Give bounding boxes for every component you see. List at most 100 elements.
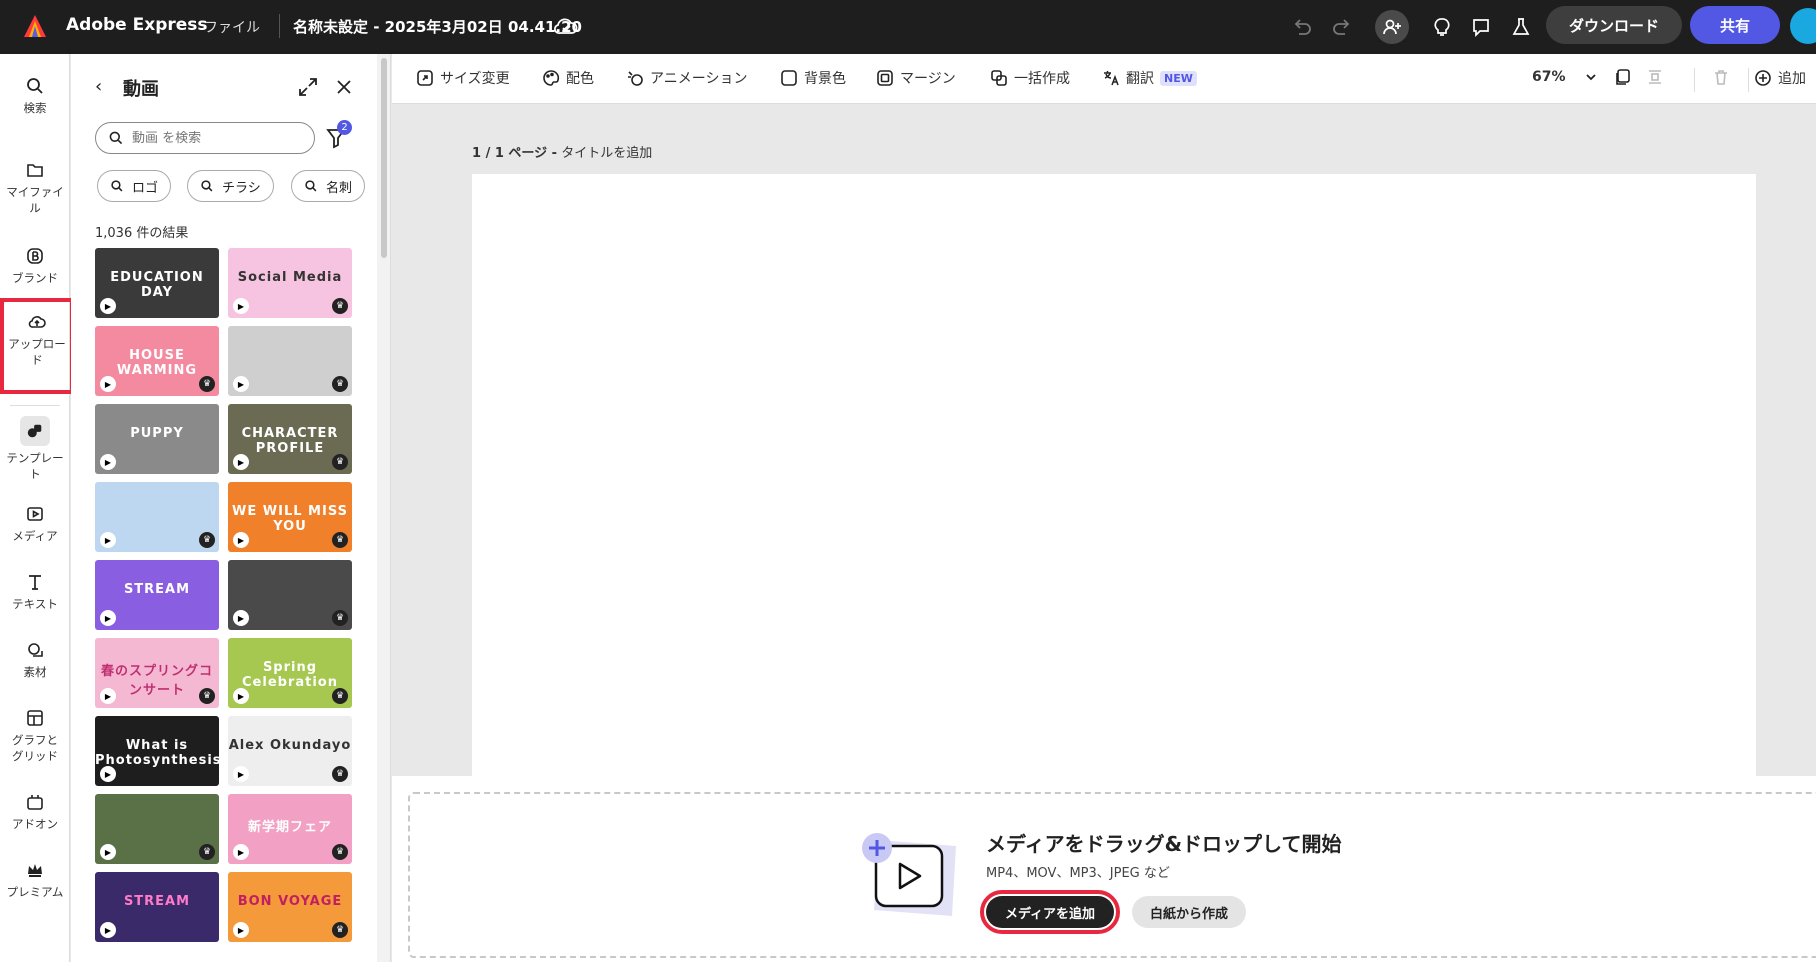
video-panel: ‹ 動画 2 ロゴ チラシ 名刺 1,036 件の結果 EDUCATION DA… (71, 54, 391, 962)
bulk-create-button[interactable]: 一括作成 (990, 68, 1070, 88)
premium-crown-icon: ♛ (199, 532, 215, 548)
new-badge: NEW (1160, 70, 1197, 86)
premium-crown-icon: ♛ (332, 610, 348, 626)
canvas-page[interactable] (472, 174, 1756, 776)
template-thumbnail[interactable]: STREAM ▶ (95, 560, 219, 630)
rail-label: アップロード (8, 337, 66, 367)
premium-crown-icon: ♛ (199, 844, 215, 860)
rail-item-search[interactable]: 検索 (0, 76, 70, 116)
rail-label: プレミアム (6, 885, 64, 899)
background-button[interactable]: 背景色 (780, 68, 846, 88)
back-icon[interactable]: ‹ (95, 76, 102, 97)
chip-business-card[interactable]: 名刺 (291, 170, 366, 202)
chip-flyer[interactable]: チラシ (187, 170, 274, 202)
template-thumbnail[interactable]: 新学期フェア ▶ ♛ (228, 794, 352, 864)
canvas-area: 1 / 1 ページ - タイトルを追加 (392, 104, 1816, 776)
rail-item-brand[interactable]: ブランド (0, 246, 70, 286)
template-thumbnail[interactable]: ▶ ♛ (95, 482, 219, 552)
text-icon (29, 575, 41, 590)
resize-button[interactable]: サイズ変更 (416, 68, 510, 88)
add-page-button[interactable]: 追加 (1754, 68, 1806, 88)
premium-crown-icon: ♛ (199, 688, 215, 704)
rail-item-text[interactable]: テキスト (0, 572, 70, 612)
thumbnail-caption: Spring Celebration (242, 660, 338, 690)
rail-item-media[interactable]: メディア (0, 504, 70, 544)
template-thumbnail[interactable]: HOUSE WARMING ▶ ♛ (95, 326, 219, 396)
scrollbar-thumb[interactable] (381, 58, 387, 258)
rail-item-templates[interactable]: テンプレート (0, 416, 70, 482)
undo-icon[interactable] (1288, 13, 1316, 41)
template-thumbnail[interactable]: What is Photosynthesis? ▶ (95, 716, 219, 786)
template-thumbnail[interactable]: Social Media ▶ ♛ (228, 248, 352, 318)
panel-scrollbar[interactable] (377, 54, 390, 962)
rail-label: メディア (12, 529, 58, 543)
app-name[interactable]: Adobe Express (66, 15, 208, 35)
file-menu[interactable]: ファイル (204, 17, 260, 37)
template-thumbnail[interactable]: ▶ ♛ (95, 794, 219, 864)
media-icon (27, 507, 43, 521)
lightbulb-icon[interactable] (1428, 13, 1456, 41)
plus-circle-icon (1755, 70, 1771, 86)
template-thumbnail[interactable]: EDUCATION DAY ▶ (95, 248, 219, 318)
rail-item-elements[interactable]: 素材 (0, 640, 70, 680)
rail-item-grids[interactable]: グラフとグリッド (0, 708, 70, 764)
align-button[interactable] (1646, 68, 1664, 86)
rail-label: ブランド (12, 271, 58, 285)
colors-button[interactable]: 配色 (542, 68, 594, 88)
template-thumbnail[interactable]: Alex Okundayo ▶ ♛ (228, 716, 352, 786)
premium-crown-icon: ♛ (332, 688, 348, 704)
download-button[interactable]: ダウンロード (1546, 6, 1682, 44)
add-title-link[interactable]: タイトルを追加 (561, 146, 652, 161)
close-icon[interactable] (333, 76, 355, 98)
template-thumbnail[interactable]: ▶ ♛ (228, 326, 352, 396)
search-icon (109, 131, 123, 145)
thumbnail-caption: HOUSE WARMING (116, 348, 198, 378)
invite-people-icon[interactable] (1375, 10, 1409, 44)
delete-button[interactable] (1712, 68, 1730, 86)
divider (1694, 68, 1695, 92)
rail-item-premium[interactable]: プレミアム (0, 860, 70, 900)
thumbnail-caption: EDUCATION DAY (110, 270, 204, 300)
template-thumbnail[interactable]: PUPPY ▶ (95, 404, 219, 474)
expand-icon[interactable] (297, 76, 319, 98)
background-color-icon (781, 70, 797, 86)
rail-label: テンプレート (6, 451, 64, 481)
rail-item-addons[interactable]: アドオン (0, 792, 70, 832)
brand-icon (27, 248, 43, 264)
rail-item-upload[interactable]: アップロード (0, 298, 74, 394)
pages-button[interactable] (1614, 68, 1632, 86)
create-blank-button[interactable]: 白紙から作成 (1132, 896, 1246, 928)
search-field[interactable] (95, 122, 315, 154)
redo-icon[interactable] (1328, 13, 1356, 41)
template-thumbnail[interactable]: WE WILL MISS YOU ▶ ♛ (228, 482, 352, 552)
chevron-down-icon (1585, 74, 1596, 81)
play-icon: ▶ (233, 922, 249, 938)
add-media-button[interactable]: メディアを追加 (980, 890, 1120, 934)
flask-icon[interactable] (1507, 13, 1535, 41)
zoom-dropdown[interactable]: 67% (1532, 68, 1600, 86)
comment-icon[interactable] (1467, 13, 1495, 41)
translate-button[interactable]: 翻訳 NEW (1102, 68, 1197, 88)
margin-button[interactable]: マージン (876, 68, 956, 88)
share-button[interactable]: 共有 (1690, 6, 1780, 44)
rail-item-myfiles[interactable]: マイファイル (0, 160, 70, 216)
template-thumbnail[interactable]: STREAM ▶ (95, 872, 219, 942)
premium-crown-icon: ♛ (332, 298, 348, 314)
avatar[interactable] (1790, 8, 1816, 44)
search-input[interactable] (132, 130, 302, 146)
adobe-express-logo-icon[interactable] (22, 13, 48, 39)
filter-count-badge: 2 (337, 120, 352, 135)
chip-logo[interactable]: ロゴ (97, 170, 172, 202)
template-thumbnail[interactable]: ▶ ♛ (228, 560, 352, 630)
template-thumbnail[interactable]: Spring Celebration ▶ ♛ (228, 638, 352, 708)
rail-label: マイファイル (6, 185, 64, 215)
template-thumbnail[interactable]: CHARACTER PROFILE ▶ ♛ (228, 404, 352, 474)
cloud-sync-icon[interactable] (553, 14, 579, 38)
document-title[interactable]: 名称未設定 - 2025年3月02日 04.41.20 (293, 16, 582, 37)
animation-button[interactable]: アニメーション (626, 68, 747, 88)
template-thumbnail[interactable]: BON VOYAGE ▶ ♛ (228, 872, 352, 942)
results-count: 1,036 件の結果 (95, 226, 189, 241)
rail-label: アドオン (12, 817, 58, 831)
drop-title: メディアをドラッグ&ドロップして開始 (986, 832, 1342, 856)
template-thumbnail[interactable]: 春のスプリングコンサート ▶ ♛ (95, 638, 219, 708)
